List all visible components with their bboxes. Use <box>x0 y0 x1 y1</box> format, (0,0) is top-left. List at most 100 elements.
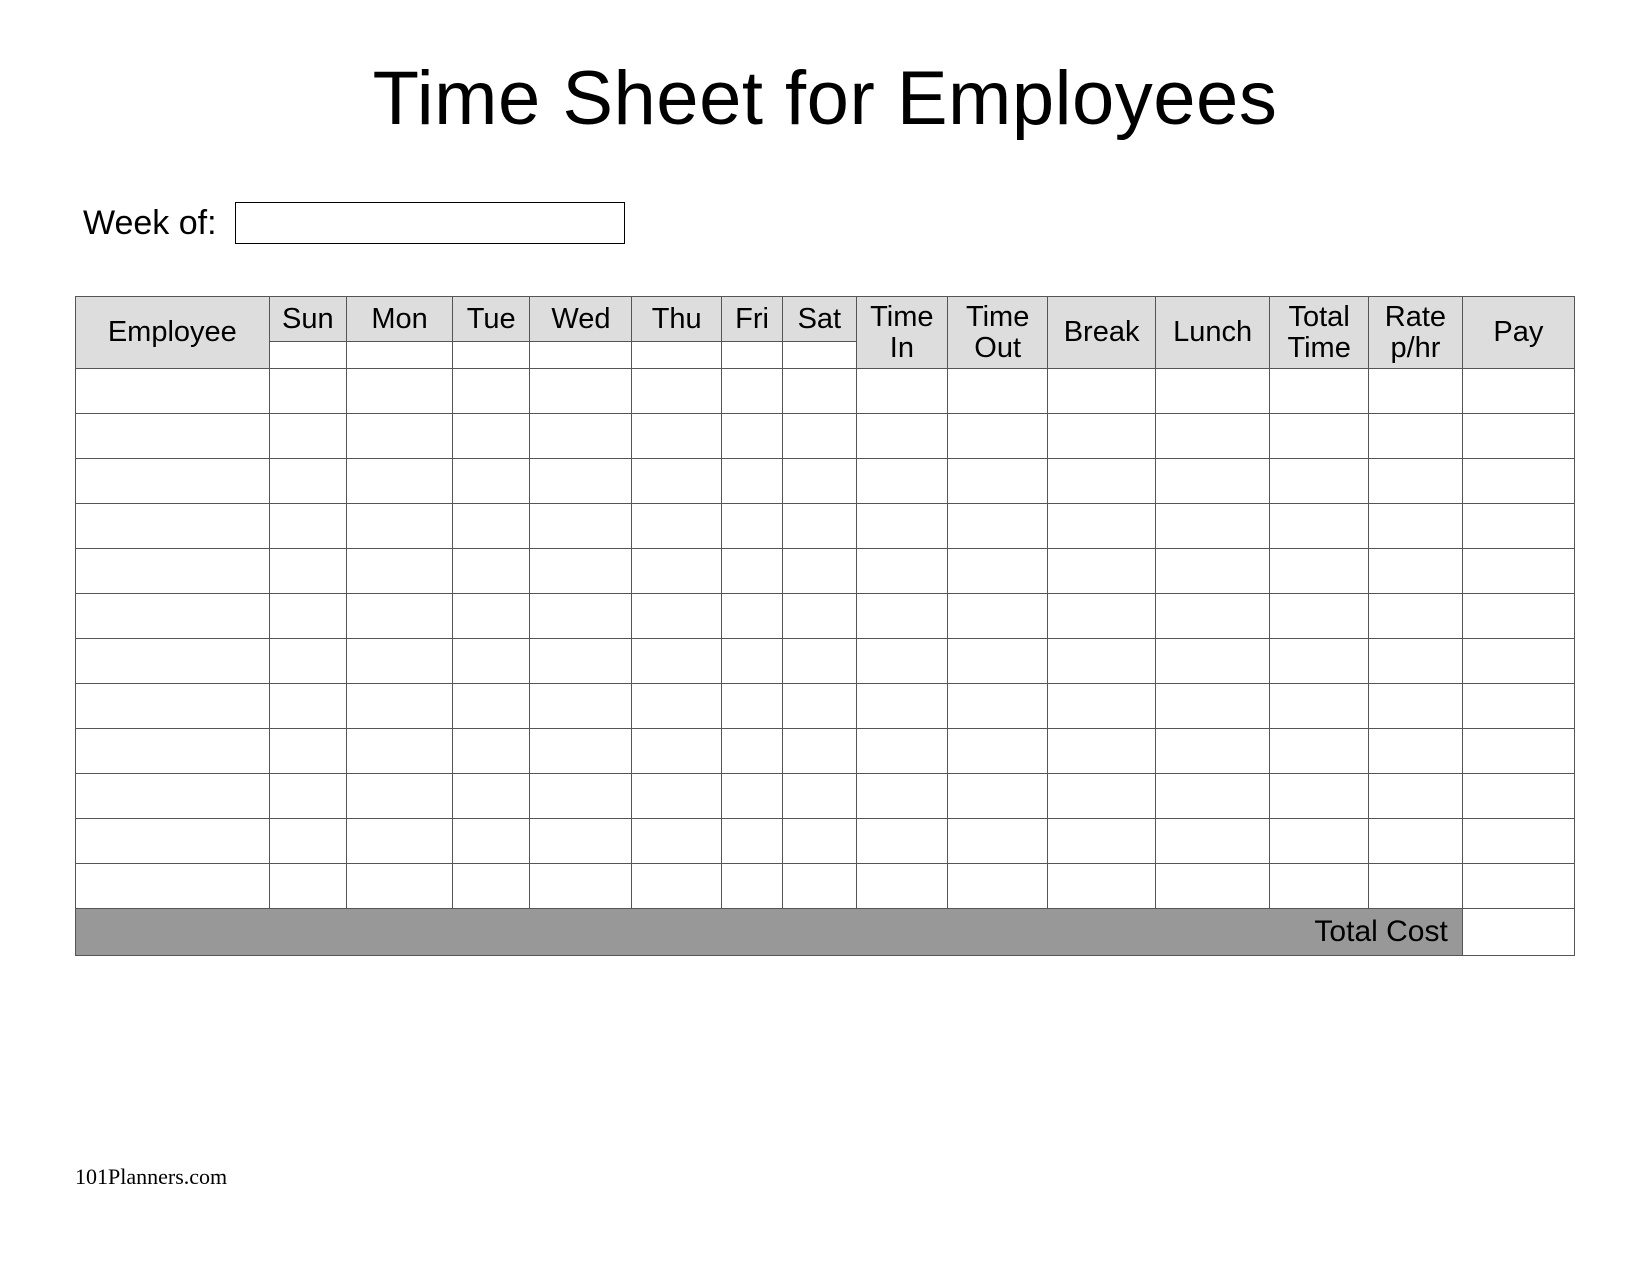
table-cell[interactable] <box>948 819 1048 864</box>
table-cell[interactable] <box>347 684 453 729</box>
table-cell[interactable] <box>347 594 453 639</box>
table-cell[interactable] <box>453 639 530 684</box>
table-cell[interactable] <box>530 819 632 864</box>
table-cell[interactable] <box>453 549 530 594</box>
table-cell[interactable] <box>347 504 453 549</box>
table-cell[interactable] <box>722 459 783 504</box>
table-cell[interactable] <box>530 369 632 414</box>
table-cell[interactable] <box>632 684 722 729</box>
table-cell[interactable] <box>453 684 530 729</box>
table-cell[interactable] <box>453 369 530 414</box>
table-cell[interactable] <box>1462 774 1574 819</box>
table-cell[interactable] <box>1156 369 1270 414</box>
table-cell[interactable] <box>76 729 270 774</box>
table-cell[interactable] <box>1270 594 1369 639</box>
table-cell[interactable] <box>1156 864 1270 909</box>
table-cell[interactable] <box>1369 639 1463 684</box>
table-cell[interactable] <box>1048 684 1156 729</box>
table-cell[interactable] <box>632 549 722 594</box>
table-cell[interactable] <box>530 639 632 684</box>
table-cell[interactable] <box>783 639 856 684</box>
table-cell[interactable] <box>948 549 1048 594</box>
table-cell[interactable] <box>269 459 346 504</box>
table-cell[interactable] <box>76 864 270 909</box>
table-cell[interactable] <box>453 504 530 549</box>
table-cell[interactable] <box>948 414 1048 459</box>
table-cell[interactable] <box>1048 594 1156 639</box>
table-cell[interactable] <box>1369 369 1463 414</box>
table-cell[interactable] <box>269 369 346 414</box>
table-cell[interactable] <box>1270 774 1369 819</box>
table-cell[interactable] <box>632 369 722 414</box>
table-cell[interactable] <box>347 864 453 909</box>
table-cell[interactable] <box>347 459 453 504</box>
table-cell[interactable] <box>856 684 948 729</box>
table-cell[interactable] <box>1156 684 1270 729</box>
table-cell[interactable] <box>1048 504 1156 549</box>
total-cost-value[interactable] <box>1462 909 1574 956</box>
table-cell[interactable] <box>1156 459 1270 504</box>
table-cell[interactable] <box>453 459 530 504</box>
table-cell[interactable] <box>783 369 856 414</box>
table-cell[interactable] <box>1462 459 1574 504</box>
table-cell[interactable] <box>1048 549 1156 594</box>
table-cell[interactable] <box>1462 594 1574 639</box>
table-cell[interactable] <box>1156 414 1270 459</box>
table-cell[interactable] <box>1462 729 1574 774</box>
table-cell[interactable] <box>948 864 1048 909</box>
table-cell[interactable] <box>1270 864 1369 909</box>
table-cell[interactable] <box>783 594 856 639</box>
table-cell[interactable] <box>632 639 722 684</box>
table-cell[interactable] <box>1156 729 1270 774</box>
table-cell[interactable] <box>856 774 948 819</box>
table-cell[interactable] <box>722 504 783 549</box>
table-cell[interactable] <box>1048 774 1156 819</box>
table-cell[interactable] <box>530 549 632 594</box>
table-cell[interactable] <box>1270 819 1369 864</box>
table-cell[interactable] <box>76 504 270 549</box>
table-cell[interactable] <box>1462 549 1574 594</box>
table-cell[interactable] <box>856 819 948 864</box>
table-cell[interactable] <box>530 459 632 504</box>
table-cell[interactable] <box>783 774 856 819</box>
table-cell[interactable] <box>1156 504 1270 549</box>
table-cell[interactable] <box>347 819 453 864</box>
table-cell[interactable] <box>1048 729 1156 774</box>
table-cell[interactable] <box>948 594 1048 639</box>
table-cell[interactable] <box>783 729 856 774</box>
table-cell[interactable] <box>269 684 346 729</box>
table-cell[interactable] <box>269 549 346 594</box>
table-cell[interactable] <box>1270 459 1369 504</box>
table-cell[interactable] <box>632 774 722 819</box>
table-cell[interactable] <box>1462 639 1574 684</box>
table-cell[interactable] <box>269 774 346 819</box>
table-cell[interactable] <box>1462 864 1574 909</box>
table-cell[interactable] <box>783 684 856 729</box>
table-cell[interactable] <box>453 819 530 864</box>
table-cell[interactable] <box>1369 684 1463 729</box>
table-cell[interactable] <box>783 459 856 504</box>
table-cell[interactable] <box>1369 729 1463 774</box>
table-cell[interactable] <box>1369 594 1463 639</box>
table-cell[interactable] <box>1270 684 1369 729</box>
table-cell[interactable] <box>1048 819 1156 864</box>
table-cell[interactable] <box>347 729 453 774</box>
table-cell[interactable] <box>632 819 722 864</box>
table-cell[interactable] <box>76 639 270 684</box>
table-cell[interactable] <box>632 729 722 774</box>
table-cell[interactable] <box>347 549 453 594</box>
table-cell[interactable] <box>269 594 346 639</box>
table-cell[interactable] <box>856 459 948 504</box>
table-cell[interactable] <box>1270 369 1369 414</box>
table-cell[interactable] <box>856 864 948 909</box>
table-cell[interactable] <box>722 774 783 819</box>
table-cell[interactable] <box>1270 549 1369 594</box>
table-cell[interactable] <box>722 369 783 414</box>
table-cell[interactable] <box>632 459 722 504</box>
table-cell[interactable] <box>1048 459 1156 504</box>
table-cell[interactable] <box>948 684 1048 729</box>
table-cell[interactable] <box>856 414 948 459</box>
table-cell[interactable] <box>856 729 948 774</box>
table-cell[interactable] <box>76 594 270 639</box>
table-cell[interactable] <box>530 864 632 909</box>
